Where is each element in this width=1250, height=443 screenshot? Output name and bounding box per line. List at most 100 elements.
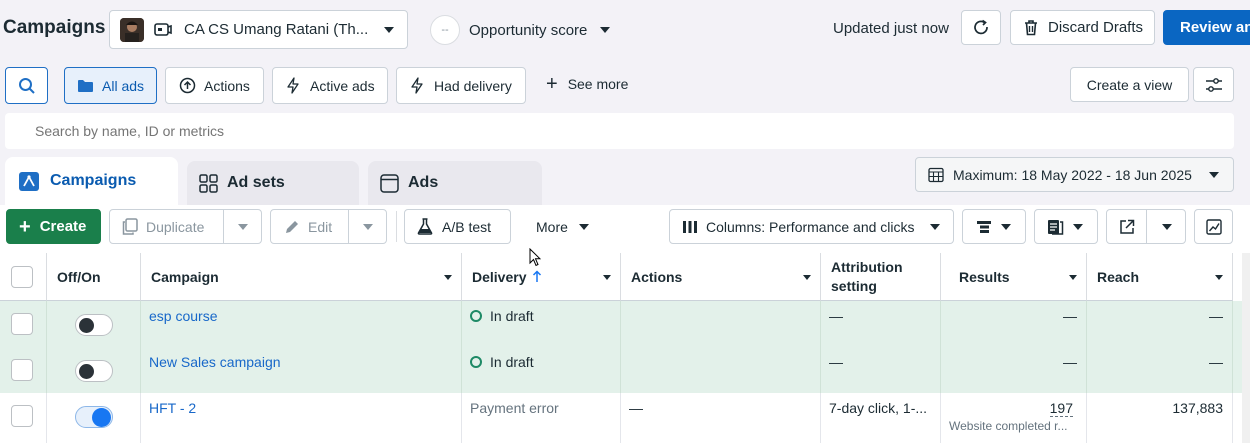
refresh-icon: [972, 19, 990, 37]
opportunity-score-badge: --: [430, 15, 460, 45]
campaign-name-link[interactable]: esp course: [149, 308, 217, 324]
campaign-name-link[interactable]: New Sales campaign: [149, 354, 281, 370]
create-button[interactable]: + Create: [6, 209, 101, 244]
discard-drafts-button[interactable]: Discard Drafts: [1010, 10, 1155, 45]
updated-status: Updated just now: [833, 20, 949, 37]
export-icon: [1119, 219, 1135, 235]
folder-icon: [77, 79, 94, 93]
breakdown-icon: [976, 220, 992, 234]
draft-status-icon: [470, 310, 482, 322]
reports-icon: [1047, 219, 1064, 235]
filter-all-ads-label: All ads: [102, 77, 145, 94]
more-label: More: [536, 219, 568, 235]
edit-button[interactable]: Edit: [271, 210, 348, 243]
export-button[interactable]: [1107, 210, 1146, 243]
sort-dropdown-icon[interactable]: [803, 275, 811, 280]
search-toggle-button[interactable]: [5, 67, 48, 104]
chevron-down-icon: [1161, 223, 1172, 230]
sort-ascending-icon: [532, 270, 542, 283]
duplicate-button-group: Duplicate: [109, 209, 262, 244]
refresh-button[interactable]: [961, 10, 1001, 45]
draft-status-icon: [470, 356, 482, 368]
tab-campaigns-label: Campaigns: [50, 172, 137, 189]
duplicate-dropdown[interactable]: [224, 210, 262, 243]
edit-label: Edit: [308, 218, 333, 235]
sort-dropdown-icon[interactable]: [1069, 275, 1077, 280]
columns-selector[interactable]: Columns: Performance and clicks: [669, 209, 954, 244]
account-selector[interactable]: CA CS Umang Ratani (Th...: [109, 10, 408, 49]
chevron-down-icon: [1073, 223, 1083, 230]
export-button-group: [1106, 209, 1186, 244]
sliders-icon: [1205, 77, 1223, 92]
date-range-label: Maximum: 18 May 2022 - 18 Jun 2025: [953, 166, 1192, 183]
table-row[interactable]: New Sales campaign In draft — — —: [0, 347, 1250, 393]
campaign-name-link[interactable]: HFT - 2: [149, 400, 196, 416]
campaign-toggle[interactable]: [75, 406, 113, 428]
opportunity-score[interactable]: -- Opportunity score: [430, 14, 611, 46]
export-dropdown[interactable]: [1147, 210, 1186, 243]
edit-dropdown[interactable]: [349, 210, 387, 243]
header-campaign[interactable]: Campaign: [141, 253, 462, 301]
lightning-icon: [410, 77, 424, 94]
chevron-down-icon: [578, 224, 589, 230]
select-all-checkbox[interactable]: [11, 266, 33, 288]
row-checkbox[interactable]: [11, 359, 33, 381]
sort-dropdown-icon[interactable]: [603, 275, 611, 280]
duplicate-label: Duplicate: [146, 218, 205, 235]
campaign-header-label: Campaign: [151, 268, 219, 285]
review-and-publish-button[interactable]: Review and: [1163, 10, 1250, 45]
tab-ad-sets[interactable]: Ad sets: [187, 161, 359, 205]
plus-icon: +: [19, 215, 31, 238]
header-reach[interactable]: Reach: [1087, 253, 1233, 301]
delivery-status: In draft: [490, 308, 534, 324]
row-checkbox[interactable]: [11, 313, 33, 335]
create-view-button[interactable]: Create a view: [1070, 67, 1189, 102]
date-range-picker[interactable]: Maximum: 18 May 2022 - 18 Jun 2025: [915, 157, 1234, 192]
actions-value: —: [629, 400, 643, 416]
sort-dropdown-icon[interactable]: [1215, 275, 1223, 280]
duplicate-button[interactable]: Duplicate: [110, 210, 223, 243]
chart-icon: [1205, 218, 1222, 235]
header-delivery[interactable]: Delivery: [462, 253, 621, 301]
search-input[interactable]: [35, 113, 1225, 149]
row-checkbox[interactable]: [11, 405, 33, 427]
mouse-cursor: [529, 247, 542, 270]
vertical-scrollbar[interactable]: [1242, 253, 1250, 443]
reports-button[interactable]: [1034, 209, 1098, 244]
tab-ads[interactable]: Ads: [368, 161, 542, 205]
ab-test-button[interactable]: A/B test: [404, 209, 511, 244]
attribution-value: 7-day click, 1-...: [829, 400, 928, 416]
header-actions[interactable]: Actions: [621, 253, 821, 301]
header-results[interactable]: Results: [941, 253, 1087, 301]
filter-all-ads[interactable]: All ads: [64, 67, 157, 104]
filter-settings-button[interactable]: [1193, 67, 1234, 102]
create-view-label: Create a view: [1086, 76, 1173, 93]
tab-campaigns[interactable]: Campaigns: [5, 157, 178, 205]
filter-had-delivery[interactable]: Had delivery: [396, 67, 526, 104]
offon-header-label: Off/On: [57, 268, 101, 285]
results-value[interactable]: 197: [1049, 400, 1073, 417]
search-bar[interactable]: [5, 113, 1234, 149]
filter-actions[interactable]: Actions: [165, 67, 264, 104]
page-title: Campaigns: [3, 17, 106, 38]
review-label: Review and: [1180, 19, 1250, 36]
campaign-toggle[interactable]: [75, 314, 113, 336]
actions-header-label: Actions: [631, 268, 683, 285]
charts-button[interactable]: [1194, 209, 1233, 244]
columns-label: Columns: Performance and clicks: [706, 218, 915, 235]
sort-dropdown-icon[interactable]: [444, 275, 452, 280]
more-menu[interactable]: More: [536, 219, 589, 235]
attribution-header-label-1: Attribution: [831, 258, 903, 275]
header-attribution[interactable]: Attribution setting: [821, 253, 941, 301]
table-row[interactable]: HFT - 2 Payment error — 7-day click, 1-.…: [0, 393, 1250, 443]
campaign-toggle[interactable]: [75, 360, 113, 382]
ad-sets-icon: [199, 173, 218, 193]
campaigns-icon: [18, 170, 40, 192]
reach-header-label: Reach: [1097, 268, 1140, 285]
filter-active-ads[interactable]: Active ads: [272, 67, 388, 104]
header-select-all: [0, 253, 47, 301]
table-row[interactable]: esp course In draft — — —: [0, 301, 1250, 347]
see-more-filters[interactable]: + See more: [546, 74, 628, 94]
breakdown-button[interactable]: [962, 209, 1026, 244]
delivery-status: Payment error: [470, 400, 559, 416]
